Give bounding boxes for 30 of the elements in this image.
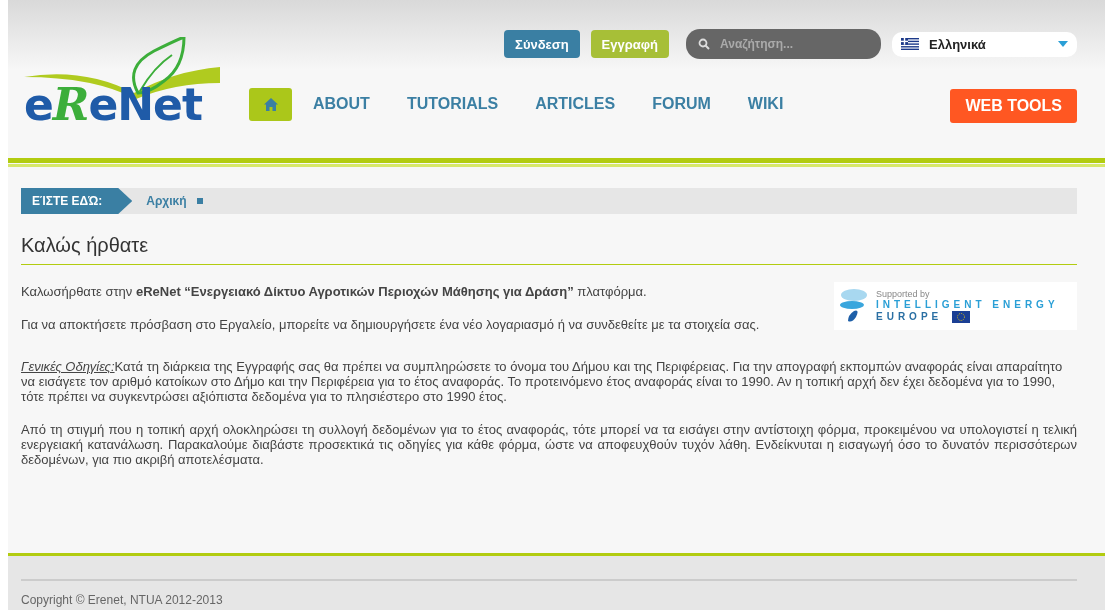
breadcrumb-label: ΕΊΣΤΕ ΕΔΏ: xyxy=(21,188,133,214)
caret-icon xyxy=(1058,41,1068,47)
paragraph: Από τη στιγμή που η τοπική αρχή ολοκληρώσει τη συλλογή δεδομένων για το έτος αναφοράς, τότε μπορεί να τα εισάγει στην αντίστοιχη φόρμα, προκειμένου να υπολογιστεί η τελική ενεργειακή κατανάλωση. Παρακαλούμε διαβάστε προσεκτικά τις οδηγίες για κάθε φόρμα, ώστε να αποφευχθούν τυχόν λάθη. Ενδείκνυται η εισαγωγή όσο το δυνατόν περισσότερων δεδομένων, για πιο ακριβή αποτελέσματα. xyxy=(21,422,1077,467)
home-icon xyxy=(263,98,278,111)
program-name: INTELLIGENT ENERGY xyxy=(876,299,1059,311)
nav-link[interactable]: ABOUT xyxy=(313,95,370,113)
register-button[interactable]: Εγγραφή xyxy=(590,30,669,58)
login-button[interactable]: Σύνδεση xyxy=(504,30,580,58)
copyright-text: Copyright © Erenet, NTUA 2012-2013 xyxy=(21,593,224,607)
search-icon xyxy=(698,38,710,50)
language-select[interactable]: Ελληνικά xyxy=(892,31,1077,57)
flag-icon xyxy=(901,38,919,50)
square-icon xyxy=(196,198,203,204)
paragraph: Για να αποκτήσετε πρόσβαση στο Εργαλείο, μπορείτε να δημιουργήσετε ένα νέο λογαριασμό ή να συνδεθείτε με τα στοιχεία σας. xyxy=(21,317,761,332)
paragraph: Καλωσήρθατε στην eReNet “Ενεργειακό Δίκτυο Αγροτικών Περιοχών Μάθησης για Δράση” πλατφόρμα. xyxy=(21,284,648,299)
program-region: EUROPE xyxy=(876,311,943,323)
logo-wordmark: eReNet xyxy=(24,83,202,127)
page-title: Καλώς ήρθατε xyxy=(21,234,1077,265)
nav-link[interactable]: FORUM xyxy=(652,95,711,113)
nav-link[interactable]: WIKI xyxy=(747,95,784,113)
web-tools-button[interactable]: WEB TOOLS xyxy=(950,89,1077,123)
paragraph: Γενικές Οδηγίες:Κατά τη διάρκεια της Εγγραφής σας θα πρέπει να συμπληρώσετε το όνομα του Δήμου και της Περιφέρειας. Για την απογραφή εκπομπών αναφοράς είναι απαραίτητο να εισάγετε τον αριθμό κατοίκων στο Δήμο και την Περιφέρεια για το έτος αναφοράς. Το προτεινόμενο έτος αναφοράς είναι το 1990. Αν η τοπική αρχή δεν έχει δεδομένα για το 1990, τότε πρέπει να συγκεντρώσει αξιόπιστα δεδομένα για το πλησιέστερο στο 1990 έτος. xyxy=(21,359,1064,404)
eu-flag-icon xyxy=(952,310,971,323)
nav-link[interactable]: TUTORIALS xyxy=(406,95,499,113)
nav-link[interactable]: ARTICLES xyxy=(535,95,616,113)
supported-by-text: Supported by xyxy=(876,289,931,300)
search-field[interactable]: Αναζήτηση... xyxy=(686,29,881,59)
breadcrumb-link[interactable]: Αρχική xyxy=(146,194,187,208)
swirl-icon xyxy=(840,289,868,323)
home-button[interactable] xyxy=(249,88,292,121)
